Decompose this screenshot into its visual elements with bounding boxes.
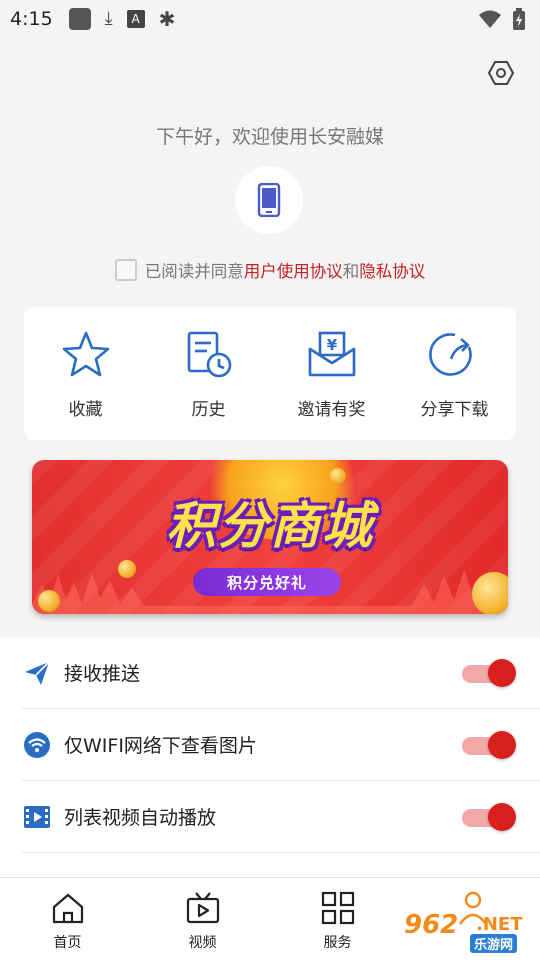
toggle-thumb <box>488 803 516 831</box>
tv-icon <box>186 892 219 924</box>
agreement-prefix: 已阅读并同意 <box>144 262 244 281</box>
coin-decoration <box>118 560 136 578</box>
status-time: 4:15 <box>10 8 53 30</box>
settings-button[interactable] <box>486 58 516 88</box>
banner-subtitle: 积分兑好礼 <box>193 568 341 596</box>
quick-item-favorites[interactable]: 收藏 <box>24 307 147 440</box>
watermark-net: .NET <box>476 914 523 935</box>
coin-decoration <box>472 572 508 614</box>
grid-icon <box>321 891 354 925</box>
bug-icon: ✱ <box>158 7 176 31</box>
share-icon <box>428 333 472 376</box>
greeting-text: 下午好，欢迎使用长安融媒 <box>155 126 384 148</box>
nav-services[interactable]: 服务 <box>270 878 405 960</box>
app-square-icon <box>68 8 91 30</box>
invite-icon: ¥ <box>308 331 355 377</box>
setting-label: 列表视频自动播放 <box>64 807 217 829</box>
quick-item-invite[interactable]: ¥ 邀请有奖 <box>270 307 393 440</box>
quick-item-share[interactable]: 分享下载 <box>393 307 516 440</box>
nav-label: 服务 <box>323 935 352 951</box>
watermark-cn: 乐游网 <box>470 934 518 953</box>
status-bar: 4:15 ⤓ A ✱ <box>0 0 540 38</box>
coin-decoration <box>330 468 346 484</box>
nav-label: 首页 <box>53 935 82 951</box>
download-icon: ⤓ <box>104 8 113 29</box>
setting-row-autoplay: 列表视频自动播放 <box>22 781 540 853</box>
phone-login-button[interactable] <box>235 166 303 234</box>
send-icon <box>22 658 52 688</box>
setting-label: 接收推送 <box>64 663 141 685</box>
toggle-thumb <box>488 731 516 759</box>
setting-row-wifi-images: 仅WIFI网络下查看图片 <box>22 709 540 781</box>
banner-title: 积分商城 <box>166 497 374 555</box>
history-icon <box>187 331 231 378</box>
toggle-thumb <box>488 659 516 687</box>
wifi-images-toggle[interactable] <box>462 731 516 759</box>
quick-actions-card: 收藏 历史 ¥ 邀请有奖 分享下载 <box>24 307 516 440</box>
phone-icon <box>257 183 281 217</box>
nav-label: 视频 <box>188 935 217 951</box>
settings-list: 接收推送 仅WIFI网络下查看图片 列表视频自动播放 <box>0 637 540 877</box>
wifi-circle-icon <box>22 730 52 760</box>
star-icon <box>62 331 109 377</box>
hexagon-settings-icon <box>487 61 515 85</box>
wifi-icon <box>479 10 501 28</box>
agreement-and: 和 <box>342 262 360 281</box>
watermark-number: 962 <box>404 910 459 940</box>
site-watermark: 962 .NET 乐游网 <box>400 908 536 956</box>
points-mall-banner[interactable]: 积分商城 积分兑好礼 <box>32 460 508 614</box>
nav-home[interactable]: 首页 <box>0 878 135 960</box>
coin-decoration <box>38 590 60 612</box>
a-icon: A <box>126 10 145 28</box>
user-agreement-link[interactable]: 用户使用协议 <box>244 258 343 282</box>
quick-label: 收藏 <box>68 400 103 420</box>
privacy-link[interactable]: 隐私协议 <box>359 258 425 282</box>
home-icon <box>52 893 83 924</box>
quick-label: 历史 <box>191 400 226 420</box>
quick-item-history[interactable]: 历史 <box>147 307 270 440</box>
battery-icon <box>513 8 525 30</box>
agreement-row: 已阅读并同意 用户使用协议 和 隐私协议 <box>0 258 540 282</box>
nav-video[interactable]: 视频 <box>135 878 270 960</box>
svg-text:¥: ¥ <box>326 336 337 354</box>
quick-label: 分享下载 <box>420 400 489 420</box>
push-toggle[interactable] <box>462 659 516 687</box>
quick-label: 邀请有奖 <box>297 400 366 420</box>
agreement-checkbox[interactable] <box>114 259 137 281</box>
video-icon <box>22 802 52 832</box>
setting-row-push: 接收推送 <box>22 637 540 709</box>
autoplay-toggle[interactable] <box>462 803 516 831</box>
setting-label: 仅WIFI网络下查看图片 <box>64 735 257 757</box>
